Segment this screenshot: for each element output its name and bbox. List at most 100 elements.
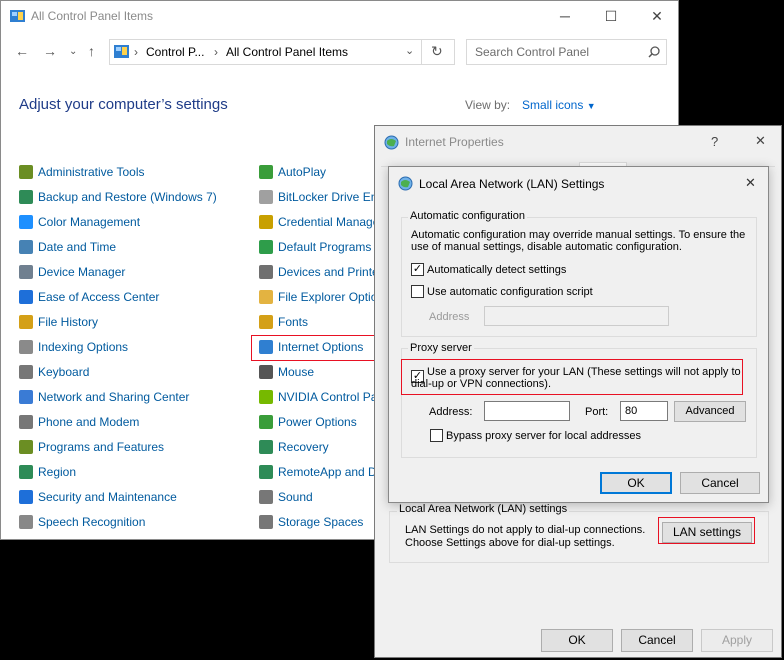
search-icon[interactable]: [648, 46, 660, 58]
up-arrow-icon[interactable]: ↑: [88, 43, 95, 59]
chevron-down-icon[interactable]: ▼: [587, 101, 596, 111]
bypass-local-label[interactable]: Bypass proxy server for local addresses: [446, 430, 641, 442]
control-panel-item[interactable]: Devices and Printe: [259, 261, 379, 281]
control-panel-item-label[interactable]: Ease of Access Center: [38, 290, 159, 304]
refresh-icon[interactable]: ↻: [431, 43, 443, 60]
control-panel-item[interactable]: Keyboard: [19, 361, 89, 381]
control-panel-item-label[interactable]: Speech Recognition: [38, 515, 145, 529]
control-panel-item[interactable]: Region: [19, 461, 76, 481]
minimize-button[interactable]: ─: [542, 1, 588, 31]
auto-script-checkbox[interactable]: [411, 285, 424, 298]
control-panel-item-label[interactable]: Administrative Tools: [38, 165, 145, 179]
recent-dropdown-icon[interactable]: ⌄: [69, 46, 77, 57]
control-panel-item-label[interactable]: Color Management: [38, 215, 140, 229]
proxy-address-label: Address:: [429, 406, 473, 418]
control-panel-item[interactable]: Mouse: [259, 361, 314, 381]
control-panel-item-label[interactable]: Credential Manage: [278, 215, 379, 229]
control-panel-item[interactable]: Sound: [259, 486, 313, 506]
control-panel-item-label[interactable]: Region: [38, 465, 76, 479]
back-arrow-icon[interactable]: ←: [15, 43, 29, 59]
control-panel-item[interactable]: Ease of Access Center: [19, 286, 159, 306]
control-panel-item[interactable]: Programs and Features: [19, 436, 164, 456]
control-panel-item[interactable]: RemoteApp and D: [259, 461, 377, 481]
lan-globe-icon: [398, 176, 413, 191]
control-panel-item-label[interactable]: Devices and Printe: [278, 265, 379, 279]
search-box[interactable]: [466, 39, 667, 65]
forward-arrow-icon[interactable]: →: [43, 43, 57, 59]
auto-detect-checkbox[interactable]: ✓: [411, 263, 424, 276]
view-by-dropdown[interactable]: Small icons ▼: [522, 98, 596, 112]
control-panel-item[interactable]: Default Programs: [259, 236, 371, 256]
help-button[interactable]: ?: [711, 134, 718, 149]
control-panel-item-label[interactable]: Storage Spaces: [278, 515, 363, 529]
window-title: All Control Panel Items: [31, 9, 154, 23]
control-panel-item-label[interactable]: Backup and Restore (Windows 7): [38, 190, 217, 204]
control-panel-item[interactable]: Power Options: [259, 411, 357, 431]
control-panel-item[interactable]: Fonts: [259, 311, 308, 331]
control-panel-item-label[interactable]: Mouse: [278, 365, 314, 379]
address-dropdown-icon[interactable]: ⌄: [405, 44, 414, 57]
control-panel-item[interactable]: Phone and Modem: [19, 411, 139, 431]
control-panel-item-label[interactable]: Power Options: [278, 415, 357, 429]
control-panel-item[interactable]: Administrative Tools: [19, 161, 145, 181]
control-panel-item-label[interactable]: Keyboard: [38, 365, 89, 379]
ip-cancel-button[interactable]: Cancel: [621, 629, 693, 652]
control-panel-item-label[interactable]: Fonts: [278, 315, 308, 329]
lan-settings-highlight: [658, 517, 755, 544]
control-panel-item-label[interactable]: Network and Sharing Center: [38, 390, 189, 404]
control-panel-item[interactable]: File History: [19, 311, 98, 331]
control-panel-item-label[interactable]: File Explorer Optio: [278, 290, 377, 304]
control-panel-item-label[interactable]: RemoteApp and D: [278, 465, 377, 479]
control-panel-item-label[interactable]: Recovery: [278, 440, 329, 454]
maximize-button[interactable]: ☐: [588, 1, 634, 31]
control-panel-item[interactable]: Color Management: [19, 211, 140, 231]
control-panel-item[interactable]: NVIDIA Control Pa: [259, 386, 377, 406]
control-panel-item-icon: [19, 264, 33, 279]
control-panel-item-label[interactable]: AutoPlay: [278, 165, 326, 179]
control-panel-item[interactable]: Security and Maintenance: [19, 486, 177, 506]
control-panel-titlebar[interactable]: All Control Panel Items ─ ☐ ✕: [1, 1, 678, 31]
search-input[interactable]: [473, 44, 647, 60]
control-panel-item-label[interactable]: File History: [38, 315, 98, 329]
lan-dialog-close-button[interactable]: ✕: [745, 175, 756, 191]
control-panel-item-label[interactable]: Security and Maintenance: [38, 490, 177, 504]
control-panel-item[interactable]: Backup and Restore (Windows 7): [19, 186, 217, 206]
control-panel-item-label[interactable]: Default Programs: [278, 240, 371, 254]
port-input[interactable]: 80: [620, 401, 668, 421]
auto-detect-label[interactable]: Automatically detect settings: [427, 264, 566, 276]
control-panel-item[interactable]: Device Manager: [19, 261, 125, 281]
control-panel-item-label[interactable]: Date and Time: [38, 240, 116, 254]
ip-apply-button[interactable]: Apply: [701, 629, 773, 652]
control-panel-item-label[interactable]: Device Manager: [38, 265, 125, 279]
lan-ok-button[interactable]: OK: [600, 472, 672, 494]
control-panel-item-label[interactable]: Indexing Options: [38, 340, 128, 354]
address-bar[interactable]: › Control P... › All Control Panel Items…: [109, 39, 455, 65]
control-panel-item[interactable]: Storage Spaces: [259, 511, 363, 531]
auto-script-label[interactable]: Use automatic configuration script: [427, 286, 593, 298]
control-panel-item-label[interactable]: BitLocker Drive Enc: [278, 190, 383, 204]
control-panel-item[interactable]: Date and Time: [19, 236, 116, 256]
control-panel-item[interactable]: Network and Sharing Center: [19, 386, 189, 406]
view-by-value[interactable]: Small icons: [522, 98, 583, 112]
control-panel-item[interactable]: File Explorer Optio: [259, 286, 377, 306]
control-panel-item-label[interactable]: Sound: [278, 490, 313, 504]
control-panel-item[interactable]: Credential Manage: [259, 211, 379, 231]
control-panel-item-label[interactable]: Phone and Modem: [38, 415, 139, 429]
advanced-button[interactable]: Advanced: [674, 401, 746, 422]
internet-properties-close-button[interactable]: ✕: [755, 133, 766, 149]
bypass-local-checkbox[interactable]: [430, 429, 443, 442]
control-panel-item[interactable]: AutoPlay: [259, 161, 326, 181]
breadcrumb-control-panel[interactable]: Control P...: [146, 45, 204, 59]
ip-ok-button[interactable]: OK: [541, 629, 613, 652]
control-panel-item[interactable]: BitLocker Drive Enc: [259, 186, 383, 206]
control-panel-item[interactable]: Recovery: [259, 436, 329, 456]
control-panel-item-label[interactable]: NVIDIA Control Pa: [278, 390, 377, 404]
lan-cancel-button[interactable]: Cancel: [680, 472, 760, 494]
control-panel-item-label[interactable]: Programs and Features: [38, 440, 164, 454]
breadcrumb-all-items[interactable]: All Control Panel Items: [226, 45, 348, 59]
close-button[interactable]: ✕: [634, 1, 678, 31]
script-address-input[interactable]: [484, 306, 669, 326]
control-panel-item[interactable]: Indexing Options: [19, 336, 128, 356]
proxy-address-input[interactable]: [484, 401, 570, 421]
control-panel-item[interactable]: Speech Recognition: [19, 511, 145, 531]
